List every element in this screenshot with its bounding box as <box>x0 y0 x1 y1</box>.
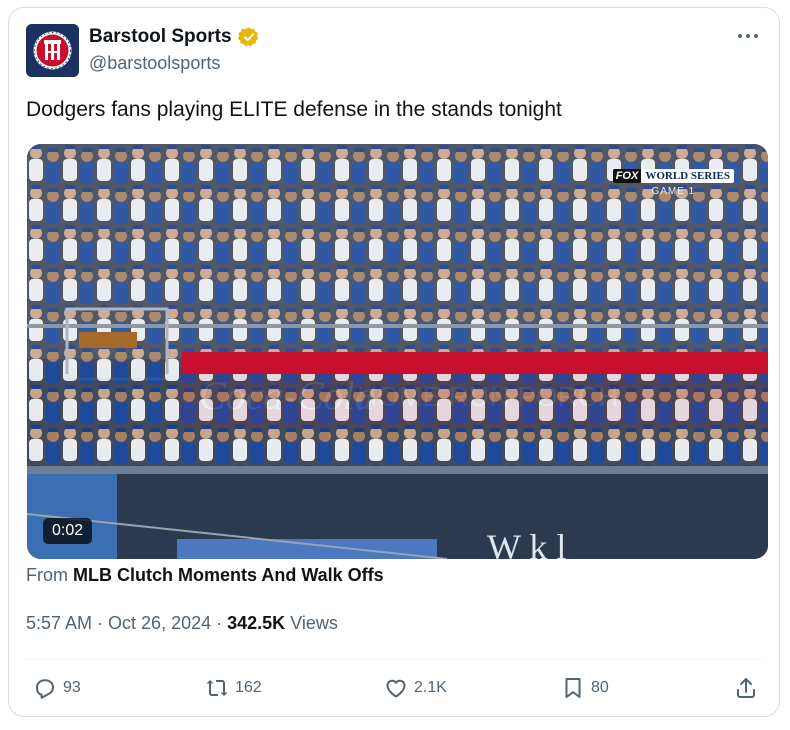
heart-icon <box>386 679 406 698</box>
more-icon[interactable] <box>735 26 761 46</box>
like-count: 2.1K <box>414 679 447 696</box>
tweet-meta: 5:57 AM · Oct 26, 2024 · 342.5K Views <box>26 613 338 633</box>
media-source: From MLB Clutch Moments And Walk Offs <box>26 565 384 586</box>
tweet-date[interactable]: Oct 26, 2024 <box>108 613 211 633</box>
broadcast-title: WORLD SERIES <box>645 170 730 182</box>
reply-icon <box>36 679 54 699</box>
broadcast-game: GAME 1 <box>651 186 696 197</box>
views-count[interactable]: 342.5K <box>227 613 285 633</box>
reply-count: 93 <box>63 679 81 696</box>
broadcast-network: FOX <box>612 169 642 183</box>
reply-button[interactable]: 93 <box>33 676 81 700</box>
avatar[interactable] <box>26 24 79 77</box>
share-icon <box>737 678 755 698</box>
svg-text:W k l: W k l <box>487 527 566 559</box>
repost-count: 162 <box>235 679 262 696</box>
verified-badge-icon <box>237 27 258 47</box>
source-link[interactable]: MLB Clutch Moments And Walk Offs <box>73 565 384 585</box>
video-frame: Coca-Cola HOME RUN PORCH W k l <box>27 144 768 559</box>
barstool-logo-icon <box>26 24 79 77</box>
action-bar: 93 162 2.1K 80 <box>9 676 781 706</box>
video-player[interactable]: Coca-Cola HOME RUN PORCH W k l FOX WORLD… <box>27 144 768 559</box>
bookmark-icon <box>565 678 581 698</box>
divider <box>26 659 762 660</box>
views-label: Views <box>290 613 338 633</box>
repost-icon <box>206 680 228 696</box>
video-timestamp: 0:02 <box>43 518 93 544</box>
tweet-time[interactable]: 5:57 AM <box>26 613 92 633</box>
bookmark-button[interactable]: 80 <box>561 676 609 700</box>
broadcast-graphic: FOX WORLD SERIES GAME 1 <box>612 166 734 197</box>
display-name[interactable]: Barstool Sports <box>89 26 232 48</box>
share-button[interactable] <box>734 676 764 700</box>
source-prefix: From <box>26 565 68 585</box>
repost-button[interactable]: 162 <box>205 676 262 700</box>
like-button[interactable]: 2.1K <box>384 676 447 700</box>
tweet-card[interactable]: Barstool Sports @barstoolsports Dodgers … <box>8 7 780 717</box>
tweet-text: Dodgers fans playing ELITE defense in th… <box>26 98 562 121</box>
bookmark-count: 80 <box>591 679 609 696</box>
handle[interactable]: @barstoolsports <box>89 53 220 74</box>
